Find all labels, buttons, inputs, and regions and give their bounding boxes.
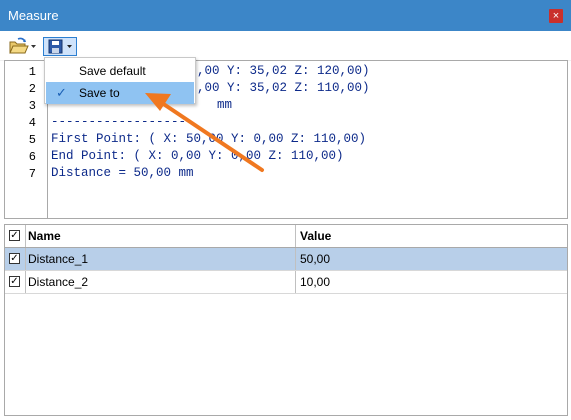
line-number: 1 — [28, 65, 36, 79]
menu-item-label: Save default — [79, 64, 146, 78]
column-divider — [25, 271, 26, 293]
line-number: 2 — [28, 82, 36, 96]
menu-item-save-to[interactable]: ✓ Save to — [46, 82, 194, 104]
code-line: First Point: ( X: 50,00 Y: 0,00 Z: 110,0… — [51, 132, 367, 146]
cell-name: Distance_2 — [28, 275, 89, 289]
column-divider — [295, 271, 296, 293]
window-title: Measure — [8, 8, 59, 23]
column-header-name[interactable]: Name — [28, 225, 61, 247]
menu-item-label: Save to — [79, 86, 120, 100]
code-line: mm — [217, 98, 233, 112]
save-disk-icon — [48, 39, 72, 54]
open-folder-icon — [9, 37, 36, 54]
row-checkbox[interactable]: ✓ — [9, 276, 20, 287]
code-line: ,00 Y: 35,02 Z: 110,00) — [197, 81, 370, 95]
checkmark-icon: ✓ — [56, 85, 67, 100]
save-dropdown-button[interactable] — [43, 37, 77, 56]
chevron-down-icon — [67, 45, 72, 48]
measurements-table: ✓ Name Value ✓ Distance_1 50,00 ✓ Distan… — [4, 224, 568, 416]
code-line: End Point: ( X: 0,00 Y: 0,00 Z: 110,00) — [51, 149, 344, 163]
row-checkbox[interactable]: ✓ — [9, 253, 20, 264]
cell-value: 10,00 — [300, 275, 331, 289]
title-bar: Measure — [0, 0, 571, 31]
line-number: 4 — [28, 116, 36, 130]
menu-item-save-default[interactable]: Save default — [46, 60, 194, 82]
line-number: 3 — [28, 99, 36, 113]
select-all-checkbox[interactable]: ✓ — [9, 230, 20, 241]
code-line: ,00 Y: 35,02 Z: 120,00) — [197, 64, 370, 78]
cell-value: 50,00 — [300, 252, 331, 266]
column-divider — [25, 248, 26, 270]
line-number-gutter: 1 2 3 4 5 6 7 — [5, 61, 48, 218]
code-line: Distance = 50,00 mm — [51, 166, 194, 180]
line-number: 7 — [28, 167, 36, 181]
open-button[interactable] — [8, 36, 38, 56]
save-dropdown-menu: Save default ✓ Save to — [44, 57, 196, 104]
close-button[interactable]: × — [549, 9, 563, 23]
line-number: 5 — [28, 133, 36, 147]
cell-name: Distance_1 — [28, 252, 89, 266]
column-header-value[interactable]: Value — [300, 225, 331, 247]
column-divider — [295, 248, 296, 270]
table-row[interactable]: ✓ Distance_2 10,00 — [5, 271, 567, 294]
table-row[interactable]: ✓ Distance_1 50,00 — [5, 248, 567, 271]
column-divider — [295, 225, 296, 247]
column-divider — [25, 225, 26, 247]
line-number: 6 — [28, 150, 36, 164]
table-header: ✓ Name Value — [5, 225, 567, 248]
code-line: ------------------ — [51, 115, 187, 129]
